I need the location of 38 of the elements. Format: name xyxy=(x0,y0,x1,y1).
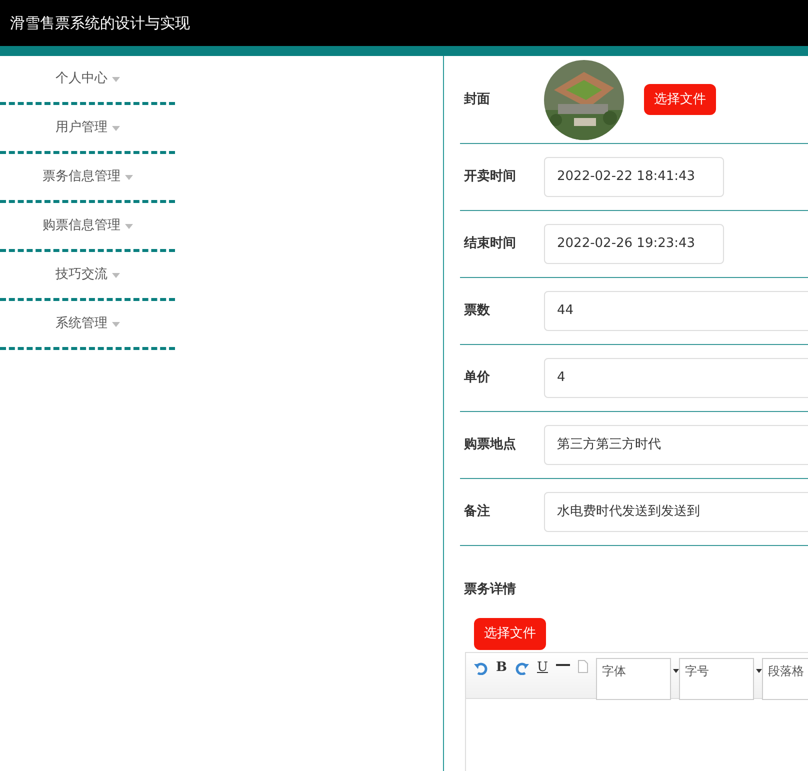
caret-icon xyxy=(112,322,120,326)
input-field[interactable]: 水电费时代发送到发送到 xyxy=(544,492,808,532)
field-label: 开卖时间 xyxy=(463,168,517,186)
choose-file-button[interactable]: 选择文件 xyxy=(474,618,546,650)
caret-icon xyxy=(756,668,762,672)
choose-file-button[interactable]: 选择文件 xyxy=(644,84,716,116)
section-label: 票务详情 xyxy=(464,582,516,597)
sidebar-item[interactable]: 用户管理 xyxy=(56,118,120,138)
caret-icon xyxy=(124,174,132,180)
input-field[interactable]: 第三方第三方时代 xyxy=(544,425,808,465)
date-field[interactable]: 2022-02-26 19:23:43 xyxy=(544,224,724,264)
redo-icon[interactable] xyxy=(515,660,529,674)
sidebar-item[interactable]: 票务信息管理 xyxy=(42,167,132,187)
bold-button[interactable]: B xyxy=(496,658,507,677)
caret-icon xyxy=(672,668,679,672)
undo-icon[interactable] xyxy=(474,660,488,674)
horizontal-line-icon[interactable] xyxy=(556,664,570,666)
caret-icon xyxy=(112,126,120,130)
sidebar-item[interactable]: 个人中心 xyxy=(56,69,120,89)
input-field[interactable]: 4 xyxy=(544,358,808,398)
sidebar-item[interactable]: 系统管理 xyxy=(56,314,120,334)
document-icon[interactable] xyxy=(578,660,588,672)
input-field[interactable]: 44 xyxy=(544,291,808,331)
toolbar-select[interactable]: 段落格 xyxy=(762,658,808,700)
caret-icon xyxy=(112,272,120,278)
underline-button[interactable]: U xyxy=(537,658,548,677)
field-label: 备注 xyxy=(462,502,491,522)
caret-icon xyxy=(112,76,120,82)
field-label: 封面 xyxy=(463,90,491,109)
sidebar-item[interactable]: 购票信息管理 xyxy=(42,216,132,236)
field-label: 购票地点 xyxy=(463,436,517,454)
field-label: 结束时间 xyxy=(462,235,517,254)
app-title: 滑雪售票系统的设计与实现 xyxy=(10,12,190,34)
field-label: 单价 xyxy=(463,369,491,388)
field-label: 票数 xyxy=(463,302,491,320)
caret-icon xyxy=(124,224,132,228)
date-field[interactable]: 2022-02-22 18:41:43 xyxy=(544,157,724,197)
sidebar-item[interactable]: 技巧交流 xyxy=(56,265,120,285)
